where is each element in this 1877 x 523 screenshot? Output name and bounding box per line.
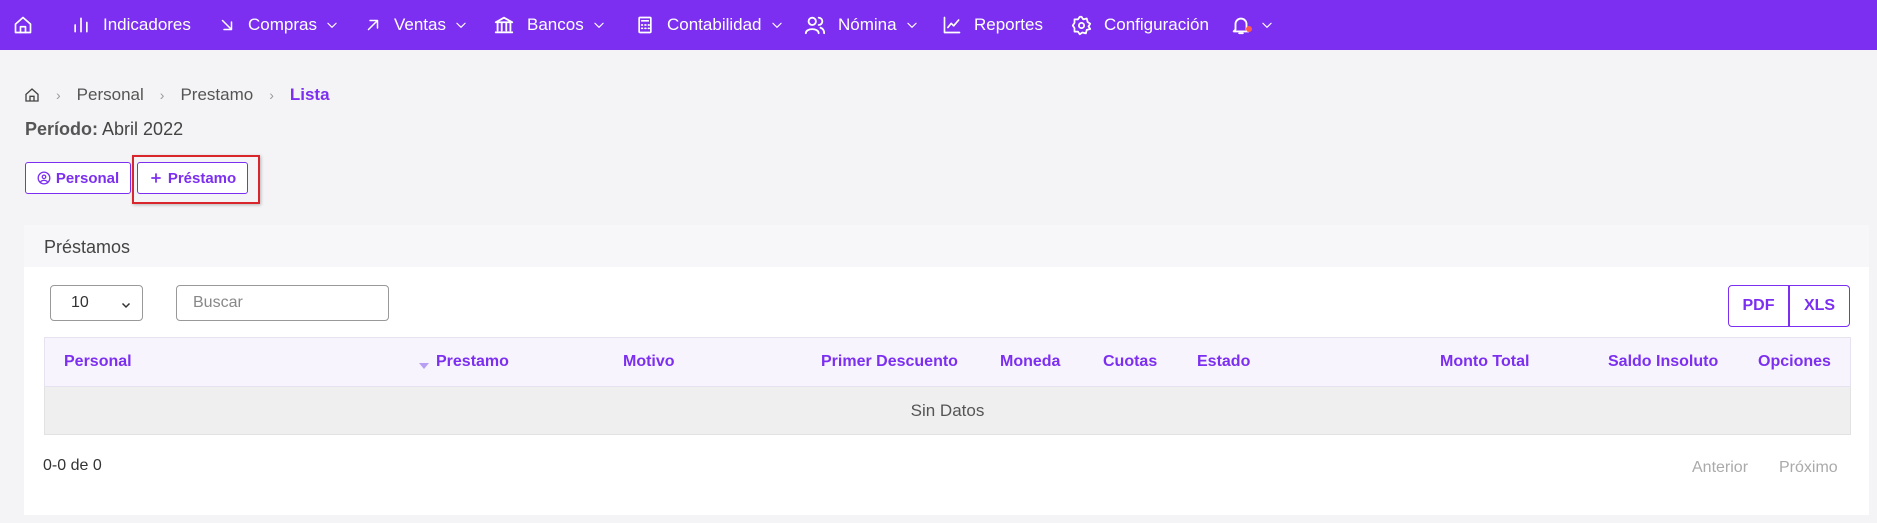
line-chart-icon — [943, 16, 961, 34]
nav-item-ventas[interactable]: Ventas — [364, 0, 468, 50]
nav-item-indicadores[interactable]: Indicadores — [71, 0, 191, 50]
nav-item-compras[interactable]: Compras — [218, 0, 339, 50]
bar-chart-icon — [74, 17, 88, 33]
chevron-down-icon — [327, 22, 337, 28]
column-header-monto-total[interactable]: Monto Total — [1440, 353, 1529, 371]
chevron-down-icon — [594, 22, 604, 28]
period-label: Período: Abril 2022 — [25, 119, 183, 140]
breadcrumb-separator: › — [159, 87, 165, 103]
bell-icon — [1232, 17, 1250, 35]
nav-label: Reportes — [974, 15, 1043, 34]
breadcrumb-separator: › — [56, 87, 61, 103]
nav-item-nomina[interactable]: Nómina — [804, 0, 919, 50]
breadcrumb-item-personal[interactable]: Personal — [77, 85, 144, 105]
bank-icon — [494, 16, 514, 34]
column-header-estado[interactable]: Estado — [1197, 353, 1250, 371]
nav-label: Ventas — [394, 15, 446, 34]
notifications-button[interactable] — [1230, 0, 1274, 50]
nav-item-bancos[interactable]: Bancos — [493, 0, 606, 50]
add-prestamo-button[interactable]: Préstamo — [137, 162, 248, 194]
column-header-personal[interactable]: Personal — [64, 353, 132, 371]
nav-label: Contabilidad — [667, 15, 762, 34]
column-header-saldo-insoluto[interactable]: Saldo Insoluto — [1608, 353, 1718, 371]
calculator-icon — [638, 16, 652, 34]
pagination-prev-button[interactable]: Anterior — [1692, 459, 1748, 477]
table-header: Personal Prestamo Motivo Primer Descuent… — [44, 337, 1851, 387]
period-value: Abril 2022 — [102, 119, 184, 139]
card-title: Préstamos — [44, 237, 131, 257]
column-header-motivo[interactable]: Motivo — [623, 353, 675, 371]
users-icon — [804, 16, 826, 35]
column-header-moneda[interactable]: Moneda — [1000, 353, 1060, 371]
export-xls-button[interactable]: XLS — [1789, 285, 1850, 327]
breadcrumb-item-prestamo[interactable]: Prestamo — [180, 85, 253, 105]
home-nav-button[interactable] — [13, 0, 33, 50]
breadcrumb-item-active: Lista — [289, 85, 330, 104]
notification-dot — [1246, 26, 1252, 32]
nav-item-contabilidad[interactable]: Contabilidad — [635, 0, 784, 50]
column-header-cuotas[interactable]: Cuotas — [1103, 353, 1157, 371]
page-size-select[interactable]: 10 — [50, 285, 143, 321]
pagination-info: 0-0 de 0 — [43, 457, 102, 474]
home-icon[interactable] — [24, 87, 40, 103]
add-prestamo-label: Préstamo — [167, 169, 237, 187]
nav-label: Configuración — [1104, 15, 1209, 34]
column-header-prestamo[interactable]: Prestamo — [436, 353, 509, 371]
nav-label: Nómina — [838, 15, 897, 34]
column-header-primer-descuento[interactable]: Primer Descuento — [821, 353, 958, 371]
plus-icon — [151, 173, 161, 183]
top-navbar: Indicadores Compras Ventas Bancos Contab… — [0, 0, 1877, 50]
nav-label: Bancos — [527, 15, 584, 34]
period-title: Período: — [25, 119, 99, 139]
prestamos-card: Préstamos 10 PDF XLS Personal Prestamo M… — [24, 225, 1869, 515]
chevron-down-icon — [456, 22, 466, 28]
search-input[interactable] — [176, 285, 389, 321]
arrow-up-right-icon — [367, 19, 379, 31]
nav-item-configuracion[interactable]: Configuración — [1071, 0, 1209, 50]
nav-label: Compras — [248, 15, 317, 34]
nav-label: Indicadores — [103, 15, 191, 34]
pagination-next-button[interactable]: Próximo — [1779, 459, 1838, 477]
chevron-down-icon — [121, 302, 131, 309]
user-circle-icon — [37, 171, 51, 185]
page-size-value: 10 — [71, 294, 89, 311]
column-header-opciones: Opciones — [1758, 353, 1831, 370]
personal-button-label: Personal — [55, 169, 120, 187]
sort-desc-icon[interactable] — [419, 363, 429, 369]
chevron-down-icon — [1262, 22, 1272, 28]
nav-item-reportes[interactable]: Reportes — [942, 0, 1043, 50]
breadcrumb: › Personal › Prestamo › Lista — [24, 85, 330, 105]
card-header: Préstamos — [24, 225, 1869, 267]
arrow-down-right-icon — [221, 19, 233, 31]
personal-button[interactable]: Personal — [25, 162, 131, 194]
gear-icon — [1071, 15, 1092, 35]
breadcrumb-separator: › — [269, 87, 274, 103]
home-icon — [14, 16, 32, 34]
export-buttons: PDF XLS — [1728, 285, 1850, 327]
table-empty-row: Sin Datos — [44, 387, 1851, 435]
chevron-down-icon — [906, 22, 917, 28]
export-pdf-button[interactable]: PDF — [1728, 285, 1789, 327]
chevron-down-icon — [771, 22, 782, 28]
